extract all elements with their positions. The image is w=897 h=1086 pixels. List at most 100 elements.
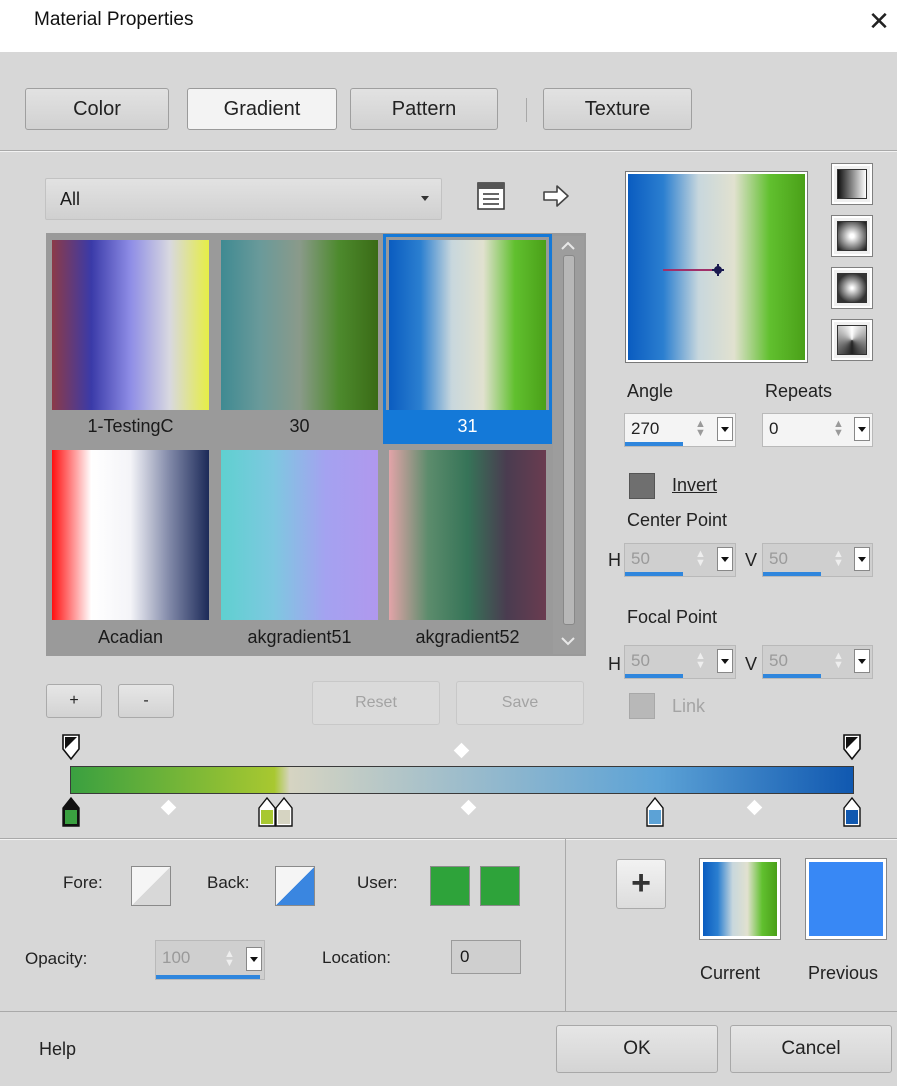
tab-pattern[interactable]: Pattern [350,88,498,130]
focal-v-slider-bar[interactable] [763,674,821,678]
repeats-value: 0 [769,419,779,438]
gradient-thumbnail[interactable] [389,450,546,620]
gradient-thumbnail[interactable] [221,240,378,410]
user-color-swatch[interactable] [480,866,520,906]
chevron-down-icon[interactable] [717,547,733,571]
opacity-spinner[interactable]: 100 ▲ ▼ [155,940,265,980]
focal-v-value: 50 [769,651,788,670]
focal-h-spinner[interactable]: 50 ▲ ▼ [624,645,736,679]
reset-button[interactable]: Reset [312,681,440,725]
angle-slider-bar[interactable] [625,442,683,446]
gradient-name[interactable]: Acadian [49,621,212,653]
gradient-thumbnail[interactable] [52,240,209,410]
gradient-manager-icon[interactable] [475,180,507,212]
opacity-value: 100 [162,948,191,967]
remove-gradient-button[interactable]: - [118,684,174,718]
spin-arrows-icon[interactable]: ▲ ▼ [695,419,706,439]
arrow-right-icon[interactable] [540,182,572,210]
link-checkbox[interactable] [629,693,655,719]
focal-h-slider-bar[interactable] [625,674,683,678]
link-label[interactable]: Link [672,696,705,717]
linear-style-button[interactable] [831,163,873,205]
chevron-down-icon[interactable] [558,634,578,648]
center-h-value: 50 [631,549,650,568]
center-v-spinner[interactable]: 50 ▲ ▼ [762,543,873,577]
color-stop-marker[interactable] [274,796,294,833]
rectangular-style-button[interactable] [831,215,873,257]
fore-label: Fore: [63,873,103,892]
category-value: All [60,188,81,209]
focal-v-spinner[interactable]: 50 ▲ ▼ [762,645,873,679]
back-label: Back: [207,873,250,892]
chevron-down-icon[interactable] [246,947,262,971]
cancel-button[interactable]: Cancel [730,1025,892,1073]
divider [565,839,566,1011]
spin-arrows-icon[interactable]: ▲ ▼ [695,549,706,569]
focal-v-label: V [745,654,758,674]
background-swatch[interactable] [275,866,315,906]
center-h-spinner[interactable]: 50 ▲ ▼ [624,543,736,577]
gradient-thumbnail[interactable] [52,450,209,620]
invert-checkbox[interactable] [629,473,655,499]
sunburst-style-button[interactable] [831,267,873,309]
focal-point-label: Focal Point [627,607,718,627]
transparency-stop-marker[interactable] [842,733,862,768]
tab-separator [526,98,527,122]
gradient-bar[interactable] [70,766,854,794]
transparency-stop-marker[interactable] [61,733,81,768]
spin-arrows-icon[interactable]: ▲ ▼ [224,949,235,969]
chevron-down-icon[interactable] [854,649,870,673]
chevron-down-icon [421,196,429,201]
focal-h-value: 50 [631,651,650,670]
current-label: Current [700,963,761,983]
add-to-swatches-button[interactable]: + [616,859,666,909]
spin-arrows-icon[interactable]: ▲ ▼ [833,419,844,439]
chevron-up-icon[interactable] [558,238,578,252]
color-stop-marker[interactable] [645,796,665,833]
user-color-swatch[interactable] [430,866,470,906]
tab-color[interactable]: Color [25,88,169,130]
tab-gradient[interactable]: Gradient [187,88,337,130]
chevron-down-icon[interactable] [717,417,733,441]
ok-button[interactable]: OK [556,1025,718,1073]
save-button[interactable]: Save [456,681,584,725]
location-field[interactable]: 0 [451,940,521,974]
add-gradient-button[interactable]: + [46,684,102,718]
window-title: Material Properties [34,9,194,30]
gradient-preview[interactable] [625,171,808,363]
center-v-value: 50 [769,549,788,568]
color-stop-marker[interactable] [61,796,81,833]
gradient-name[interactable]: akgradient52 [386,621,549,653]
angle-handle-icon[interactable] [628,174,805,360]
color-stop-marker[interactable] [842,796,862,833]
chevron-down-icon[interactable] [854,417,870,441]
spin-arrows-icon[interactable]: ▲ ▼ [695,651,706,671]
gradient-thumbnail[interactable] [221,450,378,620]
current-material-swatch[interactable] [699,858,781,940]
gradient-thumbnail[interactable] [389,240,546,410]
repeats-spinner[interactable]: 0 ▲ ▼ [762,413,873,447]
category-dropdown[interactable]: All [45,178,442,220]
angle-label: Angle [627,381,674,401]
chevron-down-icon[interactable] [717,649,733,673]
center-v-slider-bar[interactable] [763,572,821,576]
gradient-name[interactable]: akgradient51 [218,621,381,653]
foreground-swatch[interactable] [131,866,171,906]
opacity-slider-bar[interactable] [156,975,260,979]
radial-gradient-icon [837,325,867,355]
help-link[interactable]: Help [39,1039,76,1060]
spin-arrows-icon[interactable]: ▲ ▼ [833,651,844,671]
radial-style-button[interactable] [831,319,873,361]
tab-texture[interactable]: Texture [543,88,692,130]
angle-spinner[interactable]: 270 ▲ ▼ [624,413,736,447]
chevron-down-icon[interactable] [854,547,870,571]
scrollbar-thumb[interactable] [563,255,575,625]
close-icon[interactable]: ✕ [862,4,896,38]
gradient-name[interactable]: 31 [386,410,549,442]
invert-label[interactable]: Invert [672,475,717,496]
previous-material-swatch[interactable] [805,858,887,940]
spin-arrows-icon[interactable]: ▲ ▼ [833,549,844,569]
gradient-name[interactable]: 30 [218,410,381,442]
center-h-slider-bar[interactable] [625,572,683,576]
gradient-name[interactable]: 1-TestingC [49,410,212,442]
